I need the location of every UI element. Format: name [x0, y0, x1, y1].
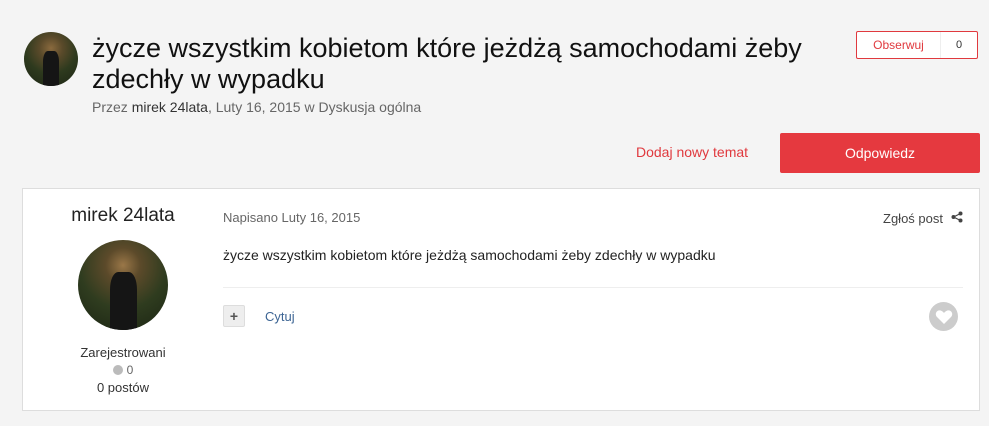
topic-byline: Przez mirek 24lata, Luty 16, 2015 w Dysk…	[92, 99, 421, 115]
post-divider	[223, 287, 963, 288]
quote-link[interactable]: Cytuj	[265, 309, 295, 324]
share-icon[interactable]	[951, 211, 963, 226]
post-author-reputation: 0	[23, 363, 223, 377]
reputation-dot-icon	[112, 365, 123, 375]
post-author-name[interactable]: mirek 24lata	[23, 205, 223, 227]
follow-button[interactable]: Obserwuj 0	[856, 31, 978, 59]
report-post[interactable]: Zgłoś post	[883, 211, 963, 226]
post-author-post-count: 0 postów	[96, 380, 150, 395]
follow-count: 0	[955, 39, 963, 51]
heart-icon[interactable]	[929, 302, 958, 331]
post-author-group: Zarejestrowani	[80, 345, 166, 360]
post-date: Napisano Luty 16, 2015	[223, 210, 361, 225]
topic-author-avatar[interactable]	[24, 32, 78, 86]
multiquote-button[interactable]: +	[223, 305, 245, 327]
byline-author-link[interactable]: mirek 24lata	[132, 99, 208, 115]
follow-label: Obserwuj	[857, 32, 941, 58]
reply-button[interactable]: Odpowiedz	[780, 133, 980, 173]
byline-date-forum: , Luty 16, 2015 w Dyskusja ogólna	[207, 99, 422, 115]
reputation-value: 0	[126, 363, 134, 377]
byline-prefix: Przez	[92, 99, 128, 115]
new-topic-link[interactable]: Dodaj nowy temat	[636, 144, 748, 160]
topic-title: życze wszystkim kobietom które jeżdżą sa…	[92, 33, 802, 94]
report-post-label[interactable]: Zgłoś post	[883, 211, 943, 226]
post-card: mirek 24lata Zarejestrowani 0 0 postów N…	[22, 188, 980, 411]
post-content: życze wszystkim kobietom które jeżdżą sa…	[223, 247, 716, 263]
post-author-avatar[interactable]	[78, 240, 168, 330]
